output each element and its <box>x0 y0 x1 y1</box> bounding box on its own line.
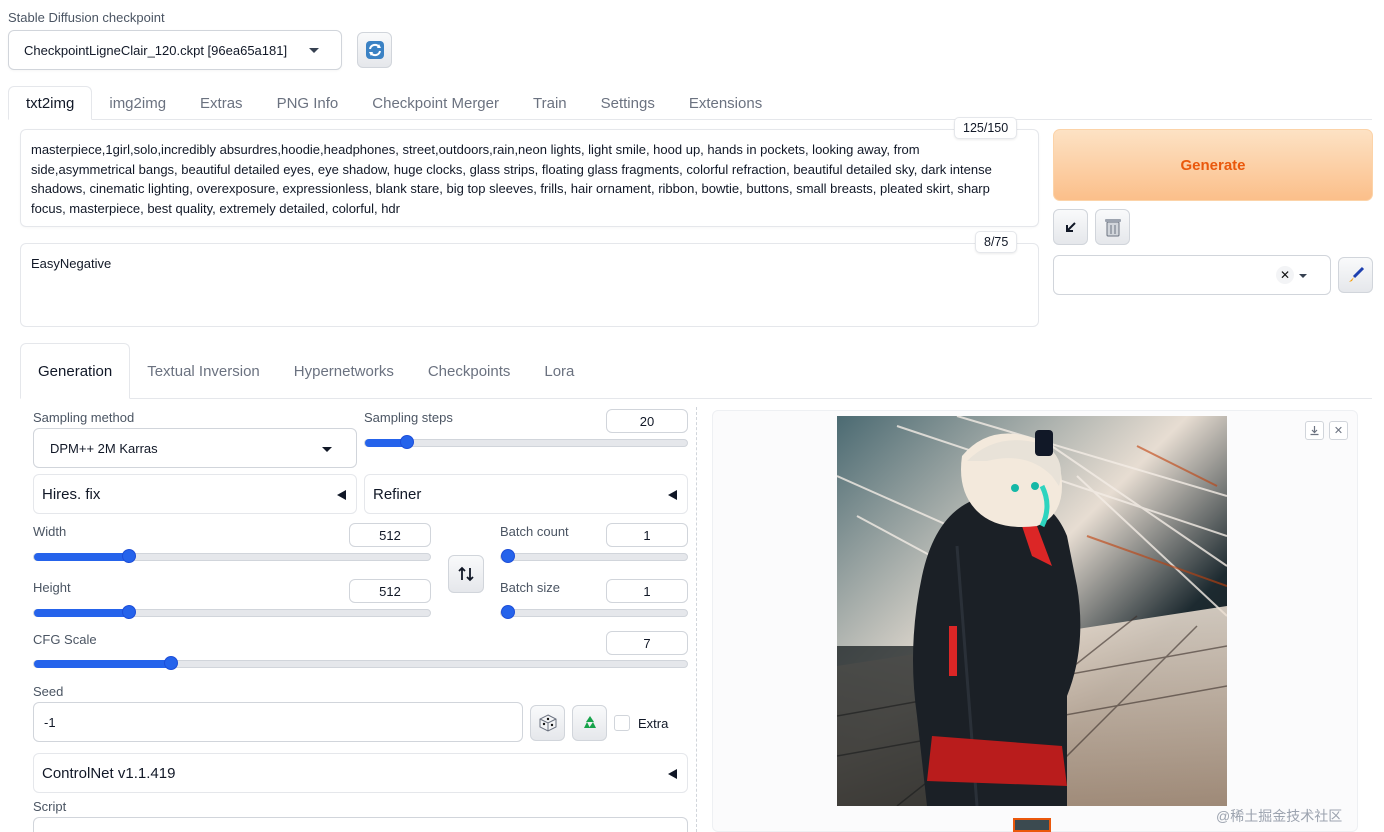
checkpoint-dropdown[interactable]: CheckpointLigneClair_120.ckpt [96ea65a18… <box>8 30 342 70</box>
negative-prompt-text: EasyNegative <box>31 256 112 271</box>
width-label: Width <box>33 524 67 539</box>
cfg-scale-slider[interactable] <box>33 656 688 670</box>
checkpoint-value: CheckpointLigneClair_120.ckpt [96ea65a18… <box>24 42 288 58</box>
script-label: Script <box>33 799 67 814</box>
generation-tab-bar: Generation Textual Inversion Hypernetwor… <box>20 343 1372 399</box>
clear-icon[interactable]: ✕ <box>1276 266 1294 284</box>
script-dropdown[interactable] <box>33 817 688 832</box>
controlnet-accordion[interactable]: ControlNet v1.1.419 <box>33 753 688 793</box>
prompt-line: focus, masterpiece, best quality, extrem… <box>31 200 400 216</box>
negative-token-counter: 8/75 <box>975 231 1018 253</box>
sampling-method-label: Sampling method <box>33 410 135 425</box>
read-params-button[interactable] <box>1053 209 1088 245</box>
tab-extras[interactable]: Extras <box>183 86 260 120</box>
tab-checkpoint-merger[interactable]: Checkpoint Merger <box>355 86 516 120</box>
tab-img2img[interactable]: img2img <box>92 86 183 120</box>
prompt-token-counter: 125/150 <box>954 117 1018 139</box>
tab-hypernetworks[interactable]: Hypernetworks <box>277 343 411 399</box>
tab-train[interactable]: Train <box>516 86 584 120</box>
negative-prompt-textarea[interactable]: EasyNegative <box>20 243 1039 327</box>
generate-button[interactable]: Generate <box>1053 129 1373 201</box>
hires-fix-accordion[interactable]: Hires. fix <box>33 474 357 514</box>
seed-label: Seed <box>33 684 64 699</box>
sampling-method-value: DPM++ 2M Karras <box>50 440 158 456</box>
refiner-label: Refiner <box>373 485 422 503</box>
cfg-scale-label: CFG Scale <box>33 632 97 647</box>
swap-icon <box>458 566 474 582</box>
paintbrush-icon <box>1348 266 1364 282</box>
refresh-checkpoint-button[interactable] <box>357 32 392 68</box>
slider-thumb[interactable] <box>400 435 414 449</box>
batch-size-slider[interactable] <box>500 605 688 619</box>
download-icon <box>1310 426 1319 436</box>
hires-fix-label: Hires. fix <box>42 485 101 503</box>
controlnet-label: ControlNet v1.1.419 <box>42 764 176 782</box>
generated-image[interactable] <box>837 416 1227 806</box>
sampling-steps-label: Sampling steps <box>364 410 453 425</box>
close-icon: ✕ <box>1333 425 1344 437</box>
width-slider[interactable] <box>33 549 431 563</box>
seed-value: -1 <box>44 714 56 730</box>
anime-illustration <box>837 416 1227 806</box>
refresh-icon <box>365 41 384 59</box>
arrow-down-left-icon <box>1065 222 1076 232</box>
batch-size-label: Batch size <box>500 580 560 595</box>
slider-thumb[interactable] <box>501 605 515 619</box>
sampling-steps-slider[interactable] <box>364 435 688 449</box>
batch-size-input[interactable]: 1 <box>606 579 688 603</box>
styles-dropdown[interactable]: ✕ <box>1053 255 1331 295</box>
slider-thumb[interactable] <box>164 656 178 670</box>
collapse-arrow-icon <box>337 490 346 500</box>
slider-thumb[interactable] <box>501 549 515 563</box>
clear-prompt-button[interactable] <box>1095 209 1130 245</box>
slider-thumb[interactable] <box>122 605 136 619</box>
slider-thumb[interactable] <box>122 549 136 563</box>
tab-lora[interactable]: Lora <box>527 343 591 399</box>
tab-generation[interactable]: Generation <box>20 343 131 399</box>
batch-count-label: Batch count <box>500 524 569 539</box>
extra-seed-checkbox[interactable] <box>614 715 630 731</box>
collapse-arrow-icon <box>668 490 677 500</box>
seed-input[interactable]: -1 <box>33 702 523 742</box>
prompt-line: side,asymmetrical bangs, beautiful detai… <box>31 161 992 177</box>
prompt-textarea[interactable]: masterpiece,1girl,solo,incredibly absurd… <box>20 129 1039 227</box>
tab-png-info[interactable]: PNG Info <box>260 86 356 120</box>
edit-styles-button[interactable] <box>1338 257 1373 293</box>
column-divider <box>696 407 697 832</box>
chevron-down-icon <box>1299 274 1307 278</box>
height-slider[interactable] <box>33 605 431 619</box>
gallery-thumbnail[interactable] <box>1013 818 1051 832</box>
batch-count-slider[interactable] <box>500 549 688 563</box>
width-input[interactable]: 512 <box>349 523 431 547</box>
tab-settings[interactable]: Settings <box>584 86 672 120</box>
batch-count-input[interactable]: 1 <box>606 523 688 547</box>
dice-icon <box>539 714 556 732</box>
recycle-icon <box>583 716 596 728</box>
height-input[interactable]: 512 <box>349 579 431 603</box>
random-seed-button[interactable] <box>530 705 565 741</box>
chevron-down-icon <box>322 447 332 452</box>
download-button[interactable] <box>1305 421 1324 440</box>
checkpoint-label: Stable Diffusion checkpoint <box>8 10 165 25</box>
refiner-accordion[interactable]: Refiner <box>364 474 688 514</box>
main-tab-bar: txt2img img2img Extras PNG Info Checkpoi… <box>8 86 1372 120</box>
chevron-down-icon <box>309 48 319 53</box>
extra-seed-label: Extra <box>638 716 669 731</box>
tab-checkpoints[interactable]: Checkpoints <box>411 343 528 399</box>
collapse-arrow-icon <box>668 769 677 779</box>
tab-textual-inversion[interactable]: Textual Inversion <box>130 343 277 399</box>
cfg-scale-input[interactable]: 7 <box>606 631 688 655</box>
swap-dimensions-button[interactable] <box>448 555 484 593</box>
tab-txt2img[interactable]: txt2img <box>8 86 93 120</box>
close-image-button[interactable]: ✕ <box>1329 421 1348 440</box>
height-label: Height <box>33 580 71 595</box>
reuse-seed-button[interactable] <box>572 705 607 741</box>
prompt-line: masterpiece,1girl,solo,incredibly absurd… <box>31 142 920 157</box>
trash-icon <box>1104 219 1121 237</box>
tab-extensions[interactable]: Extensions <box>672 86 779 120</box>
prompt-line: shadows, cinematic lighting, overexposur… <box>31 181 990 196</box>
sampling-steps-input[interactable]: 20 <box>606 409 688 433</box>
watermark: @稀土掘金技术社区 <box>1216 808 1343 824</box>
sampling-method-dropdown[interactable]: DPM++ 2M Karras <box>33 428 357 468</box>
